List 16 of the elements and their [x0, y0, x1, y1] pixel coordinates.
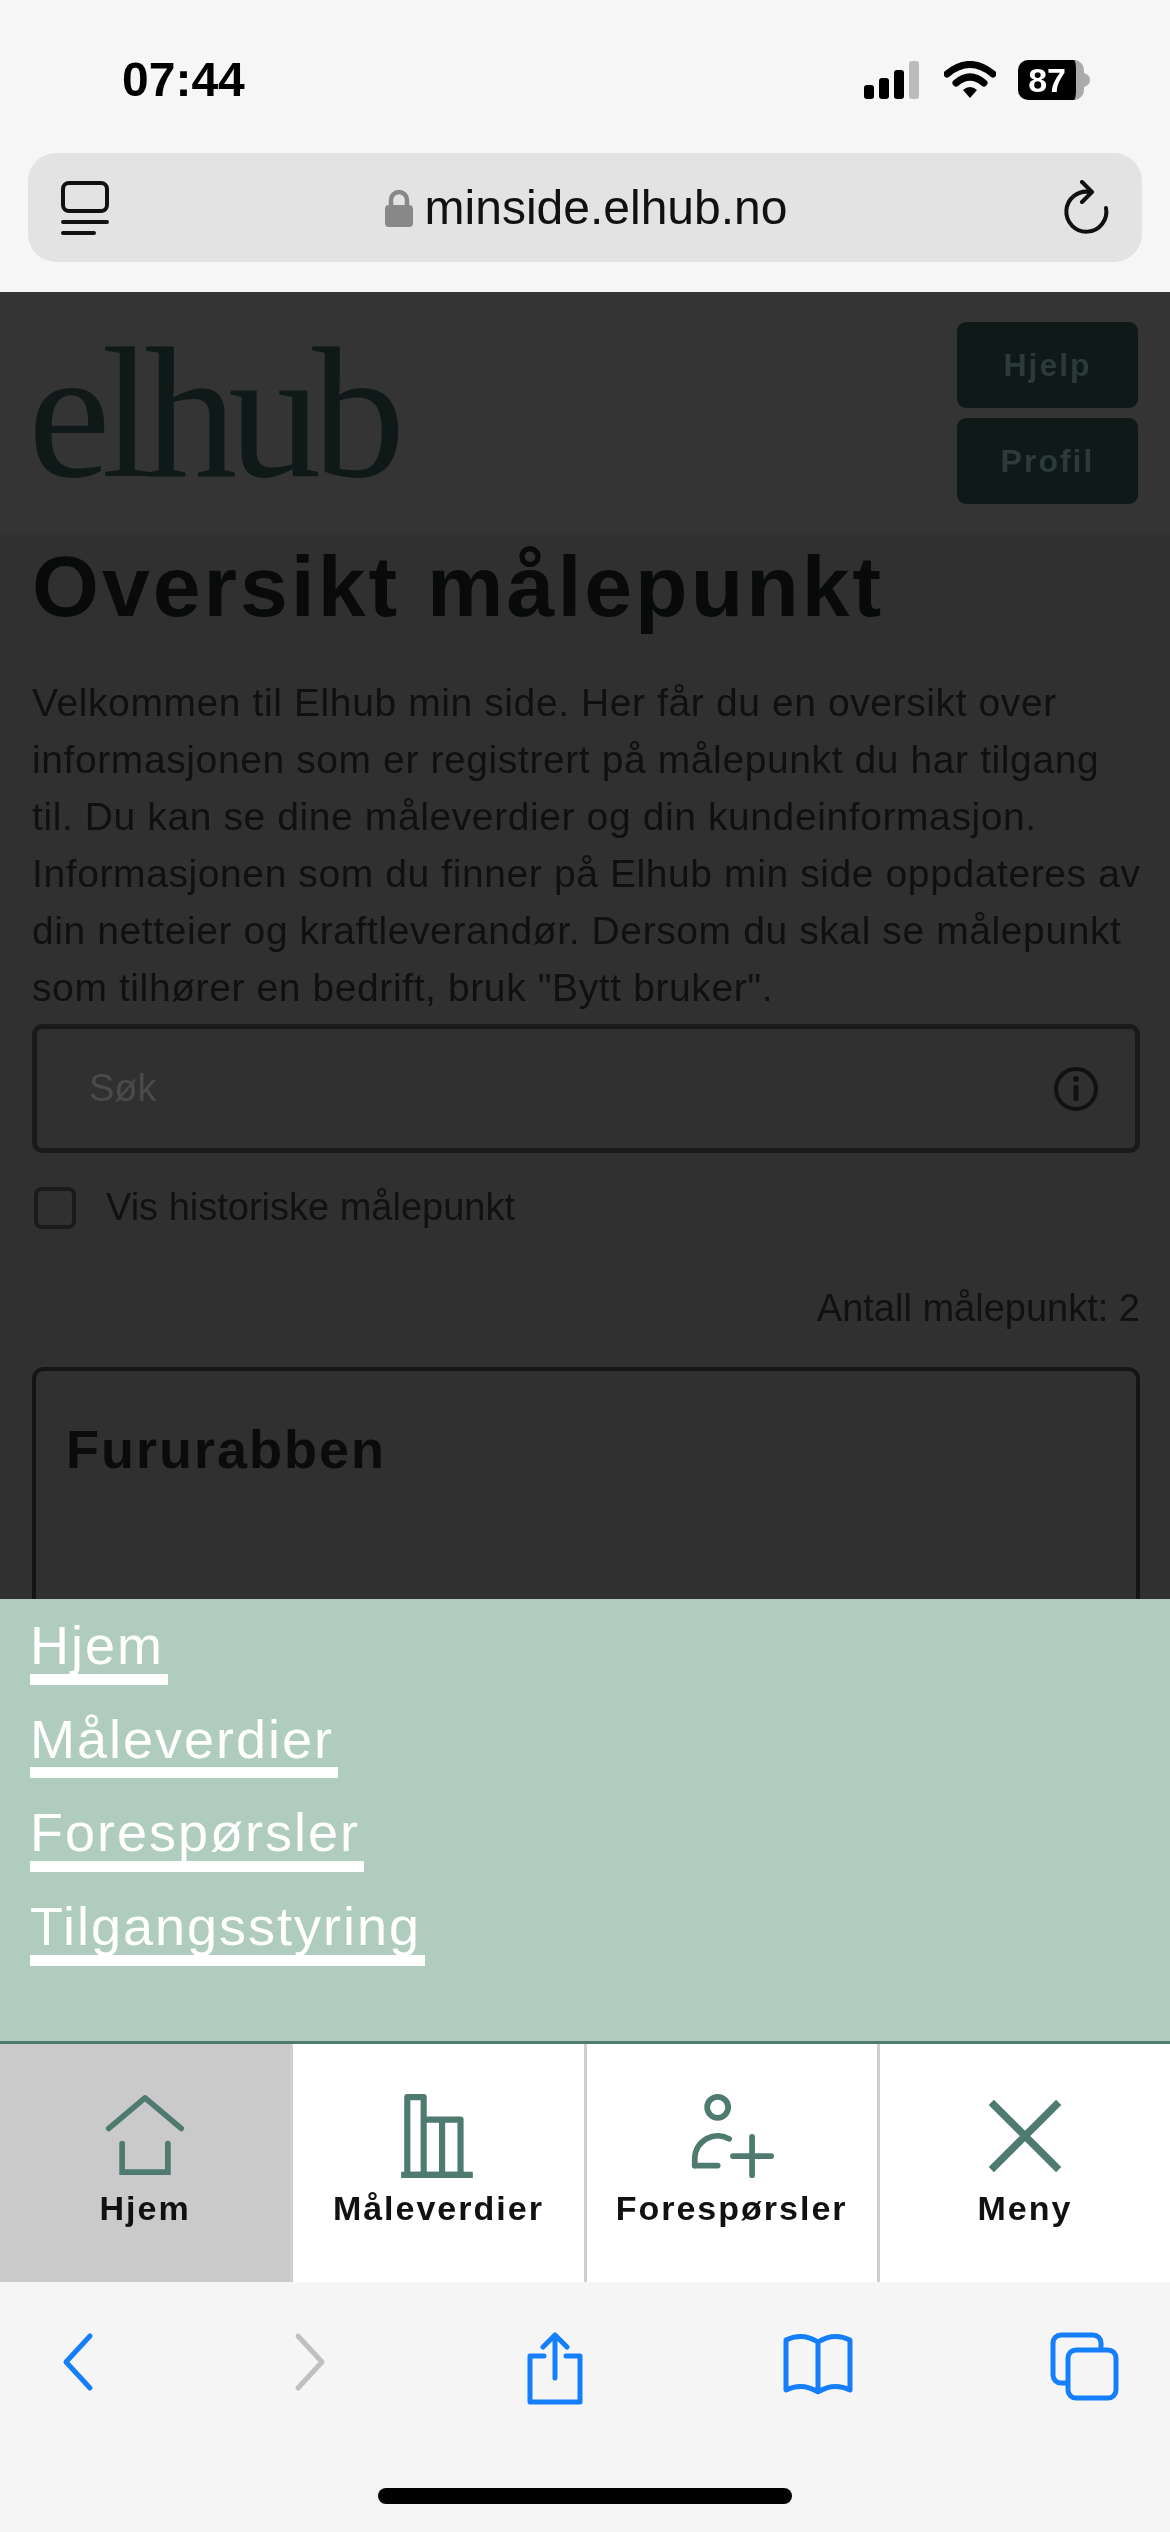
- lock-icon: [384, 188, 413, 227]
- battery-level: 87: [1018, 60, 1084, 100]
- menu-link[interactable]: Forespørsler: [30, 1804, 365, 1873]
- reload-icon[interactable]: [1062, 179, 1110, 236]
- menu-link[interactable]: Tilgangsstyring: [30, 1898, 426, 1966]
- menu-link[interactable]: Måleverdier: [30, 1710, 339, 1779]
- wifi-icon: [944, 61, 997, 99]
- battery-tip-icon: [1084, 73, 1090, 87]
- address-bar[interactable]: minside.elhub.no: [28, 153, 1142, 262]
- nav-tab[interactable]: Hjem: [0, 2044, 294, 2282]
- menu-link[interactable]: Hjem: [30, 1617, 168, 1685]
- book-icon[interactable]: [782, 2332, 854, 2396]
- time: 07:44: [122, 52, 245, 108]
- reader-icon[interactable]: [60, 179, 110, 236]
- url-text: minside.elhub.no: [424, 179, 788, 236]
- tabs-icon[interactable]: [1050, 2332, 1120, 2402]
